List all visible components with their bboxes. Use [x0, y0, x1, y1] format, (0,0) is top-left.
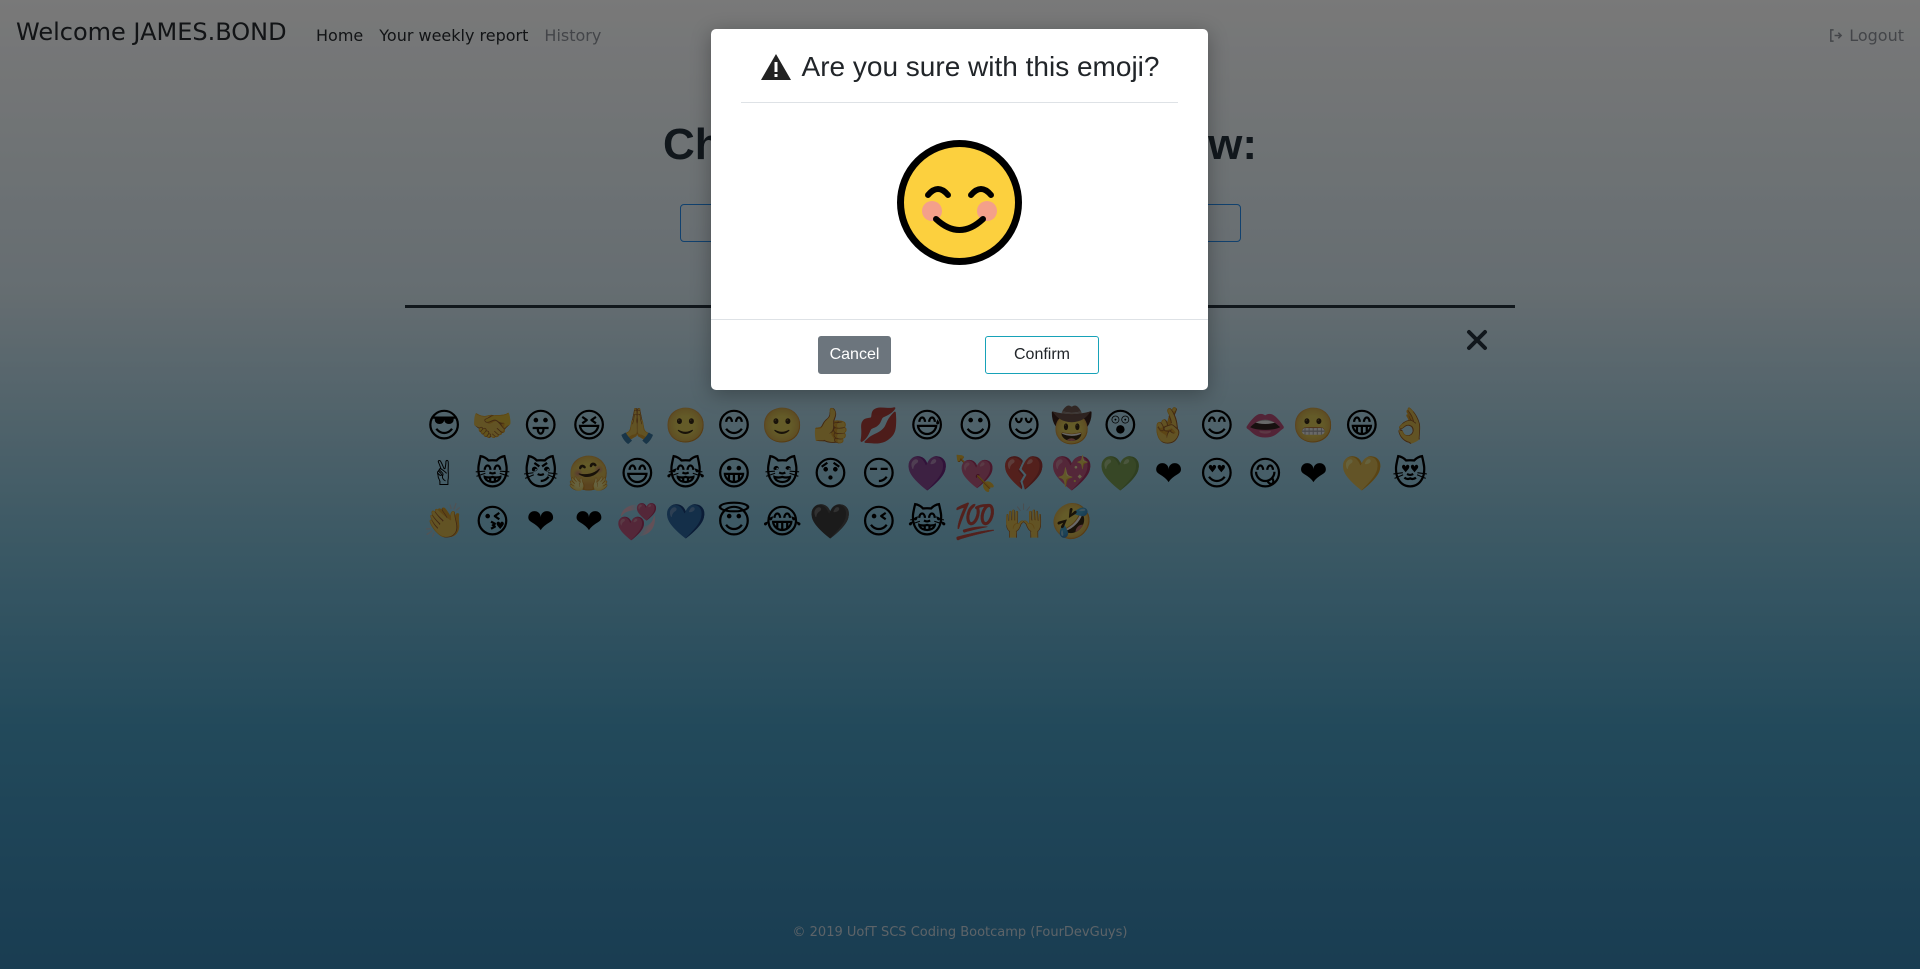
modal-footer-divider — [711, 319, 1208, 320]
modal-title-text: Are you sure with this emoji? — [801, 51, 1160, 82]
modal-title: Are you sure with this emoji? — [711, 51, 1208, 83]
warning-icon — [760, 54, 791, 80]
confirm-modal: Are you sure with this emoji? Cancel Con… — [711, 29, 1208, 390]
modal-divider — [741, 102, 1178, 103]
smiling-face-icon — [897, 140, 1022, 265]
confirm-button[interactable]: Confirm — [985, 336, 1099, 374]
cancel-button[interactable]: Cancel — [818, 336, 891, 374]
